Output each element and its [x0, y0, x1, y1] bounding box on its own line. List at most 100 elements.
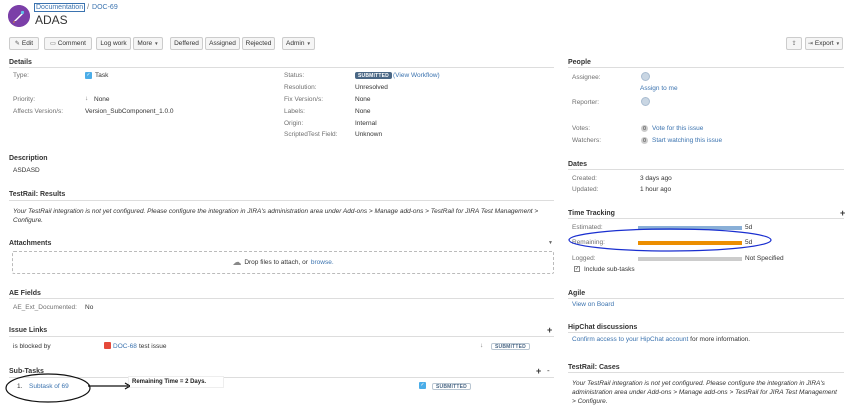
watchers-count: 0 — [641, 137, 648, 144]
chevron-down-icon: ▼ — [835, 41, 841, 46]
arrow-down-icon: ↓ — [480, 342, 484, 349]
task-icon: ✓ — [419, 382, 426, 389]
time-tracking-divider — [568, 218, 844, 219]
testrail-results-divider — [9, 200, 554, 201]
breadcrumb: Documentation / DOC-69 — [33, 3, 118, 12]
add-time-icon[interactable]: + — [840, 208, 845, 218]
view-on-board-link[interactable]: View on Board — [572, 301, 614, 308]
people-divider — [568, 67, 844, 68]
attachment-dropzone[interactable]: ☁ Drop files to attach, or browse. — [12, 251, 554, 274]
type-value: Task — [95, 72, 109, 79]
edit-label: Edit — [21, 40, 34, 47]
annotation-ellipse-subtask — [5, 373, 130, 403]
priority-value: None — [94, 96, 110, 103]
status-label: Status: — [284, 72, 305, 79]
issue-links-heading: Issue Links — [9, 327, 48, 334]
linked-issue-status: SUBMITTED — [491, 343, 530, 350]
resolution-label: Resolution: — [284, 84, 317, 91]
deffered-label: Deffered — [174, 40, 199, 47]
ae-fields-divider — [9, 298, 554, 299]
add-subtask-icon[interactable]: + — [536, 366, 541, 376]
ae-documented-label: AE_Ext_Documented: — [13, 304, 77, 311]
assigned-label: Assigned — [209, 40, 236, 47]
admin-button[interactable]: Admin ▼ — [282, 37, 315, 50]
testrail-cases-text: Your TestRail integration is not yet con… — [572, 380, 837, 405]
resolution-value: Unresolved — [355, 84, 388, 91]
export-label: Export — [814, 40, 834, 47]
ae-fields-heading: AE Fields — [9, 290, 41, 297]
agile-divider — [568, 298, 844, 299]
subtask-options-icon[interactable]: - — [547, 366, 550, 375]
scripted-test-value: Unknown — [355, 131, 383, 138]
edit-button[interactable]: ✎ Edit — [9, 37, 39, 50]
include-subtasks-checkbox[interactable]: ✓ — [574, 266, 580, 272]
reporter-label: Reporter: — [572, 99, 600, 106]
created-label: Created: — [572, 175, 597, 182]
origin-label: Origin: — [284, 120, 304, 127]
labels-value: None — [355, 108, 371, 115]
updated-value: 1 hour ago — [640, 186, 672, 193]
hipchat-heading: HipChat discussions — [568, 324, 638, 331]
labels-label: Labels: — [284, 108, 305, 115]
ae-documented-value: No — [85, 304, 94, 311]
hipchat-divider — [568, 332, 844, 333]
comment-button[interactable]: ▭ Comment — [44, 37, 92, 50]
testrail-results-heading: TestRail: Results — [9, 191, 66, 198]
type-label: Type: — [13, 72, 29, 79]
admin-label: Admin — [286, 40, 305, 47]
vote-link[interactable]: Vote for this issue — [652, 125, 703, 132]
assign-to-me-link[interactable]: Assign to me — [640, 85, 678, 92]
updated-label: Updated: — [572, 186, 599, 193]
testrail-cases-heading: TestRail: Cases — [568, 364, 620, 371]
speech-bubble-icon: ▭ — [50, 41, 56, 47]
cloud-upload-icon: ☁ — [232, 257, 242, 267]
testrail-results-text: Your TestRail integration is not yet con… — [13, 208, 539, 224]
chevron-down-icon: ▼ — [154, 41, 159, 46]
breadcrumb-issue-key[interactable]: DOC-69 — [92, 4, 118, 11]
linked-issue-summary[interactable]: test issue — [139, 343, 166, 350]
agile-heading: Agile — [568, 290, 586, 297]
people-heading: People — [568, 59, 591, 66]
logged-label: Logged: — [572, 255, 596, 262]
priority-label: Priority: — [13, 96, 36, 103]
assignee-label: Assignee: — [572, 74, 601, 81]
issue-links-divider — [9, 336, 554, 337]
project-avatar[interactable] — [8, 5, 30, 27]
details-divider — [9, 67, 554, 68]
status-badge: SUBMITTED — [355, 72, 392, 79]
log-work-button[interactable]: Log work — [96, 37, 131, 50]
breadcrumb-separator: / — [87, 4, 90, 11]
chevron-down-icon[interactable]: ▼ — [548, 240, 553, 246]
linked-issue-key[interactable]: DOC-68 — [113, 343, 137, 350]
description-text: ASDASD — [13, 167, 40, 174]
view-workflow-link[interactable]: (View Workflow) — [393, 72, 440, 79]
hipchat-confirm-link[interactable]: Confirm access to your HipChat account — [572, 336, 688, 343]
share-button[interactable]: ⇪ — [786, 37, 802, 50]
assigned-button[interactable]: Assigned — [205, 37, 240, 50]
share-icon: ⇪ — [791, 41, 797, 47]
more-button[interactable]: More ▼ — [133, 37, 163, 50]
fix-version-value: None — [355, 96, 371, 103]
export-button[interactable]: ⇥ Export ▼ — [805, 37, 843, 50]
chevron-down-icon: ▼ — [306, 41, 311, 46]
fix-version-label: Fix Version/s: — [284, 96, 324, 103]
browse-link[interactable]: browse. — [311, 259, 334, 266]
add-link-icon[interactable]: + — [547, 325, 552, 335]
origin-value: Internal — [355, 120, 377, 127]
breadcrumb-project[interactable]: Documentation — [33, 3, 86, 12]
bug-icon — [104, 342, 111, 349]
dates-divider — [568, 169, 844, 170]
subtask-status: SUBMITTED — [432, 383, 471, 390]
attachments-heading: Attachments — [9, 240, 52, 247]
deffered-button[interactable]: Deffered — [170, 37, 203, 50]
affects-version-label: Affects Version/s: — [13, 108, 64, 115]
testrail-cases-divider — [568, 372, 844, 373]
include-subtasks-label: Include sub-tasks — [584, 266, 635, 273]
logged-value: Not Specified — [745, 255, 784, 262]
rejected-button[interactable]: Rejected — [242, 37, 275, 50]
watch-link[interactable]: Start watching this issue — [652, 137, 722, 144]
arrow-down-icon: ↓ — [85, 95, 89, 102]
votes-label: Votes: — [572, 125, 591, 132]
dates-heading: Dates — [568, 161, 588, 168]
details-heading: Details — [9, 59, 32, 66]
